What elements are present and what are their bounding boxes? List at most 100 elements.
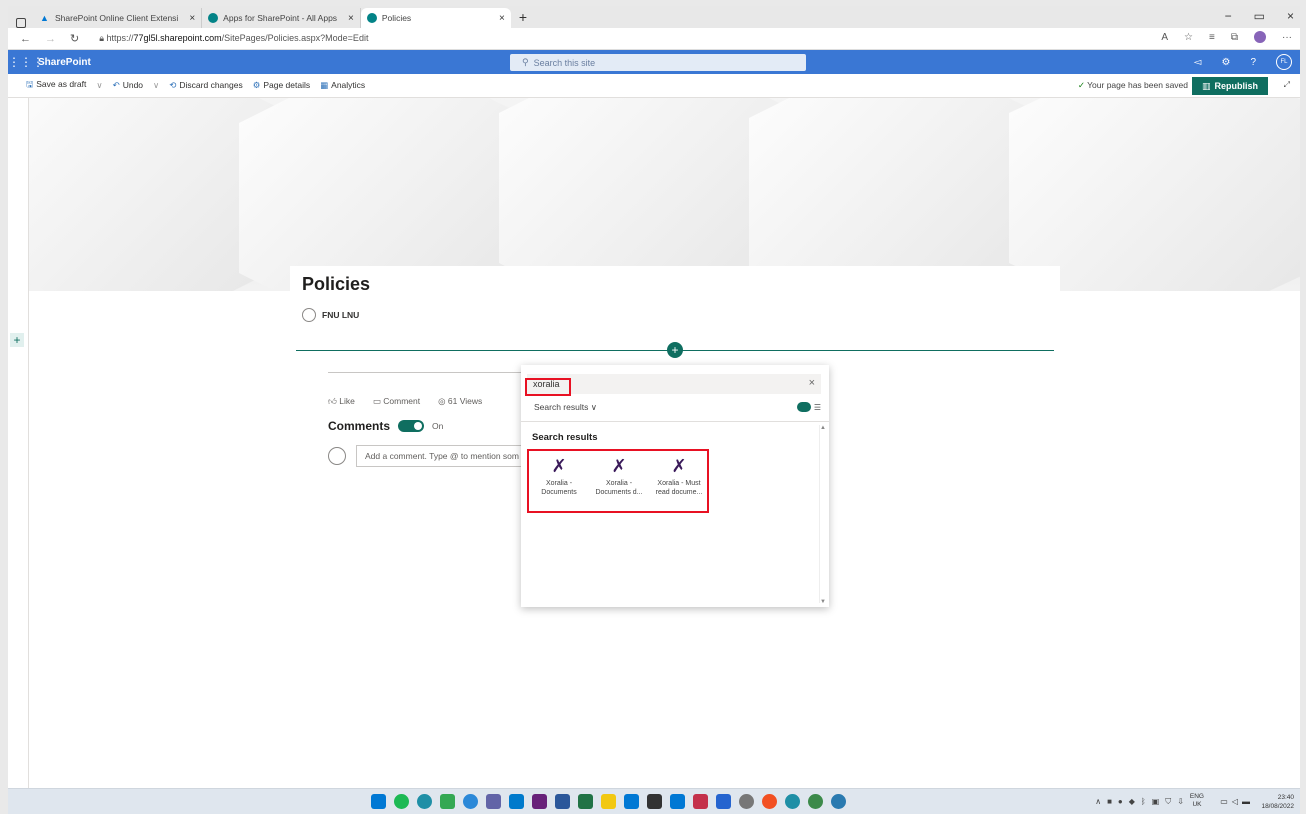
edge-beta-icon[interactable] <box>808 794 823 809</box>
profile-icon[interactable] <box>1254 31 1266 43</box>
tray-app-icon[interactable]: ▣ <box>1152 797 1160 807</box>
app-launcher-icon[interactable]: ⋮⋮⋮ <box>8 55 44 69</box>
gear-icon[interactable]: ⚙ <box>1221 57 1230 68</box>
bluetooth-icon[interactable]: ᛒ <box>1141 797 1146 807</box>
start-icon[interactable] <box>371 794 386 809</box>
excel-icon[interactable] <box>578 794 593 809</box>
favorites-list-icon[interactable]: ≡ <box>1209 32 1215 43</box>
undo-dropdown-icon[interactable]: ∨ <box>153 80 159 91</box>
analytics-button[interactable]: ▦ Analytics <box>320 80 365 91</box>
terminal-icon[interactable] <box>647 794 662 809</box>
favorite-icon[interactable]: ☆ <box>1184 32 1193 43</box>
scroll-down-icon[interactable]: ▼ <box>820 599 826 605</box>
edge-icon[interactable] <box>417 794 432 809</box>
add-comment-input[interactable]: Add a comment. Type @ to mention som <box>356 445 536 467</box>
app-icon[interactable] <box>762 794 777 809</box>
comments-toggle[interactable] <box>398 420 425 432</box>
collections-icon[interactable]: ⧉ <box>1231 32 1238 43</box>
result-item[interactable]: ✗ Xoralia - Documents <box>530 451 588 497</box>
app-name[interactable]: SharePoint <box>38 57 91 68</box>
system-icons[interactable]: ▭ ◁ ▬ <box>1220 797 1250 806</box>
browser-tab[interactable]: ▲ SharePoint Online Client Extensi × <box>34 8 203 28</box>
url-field[interactable]: 🔒︎ https://77gl5l.sharepoint.com/SitePag… <box>99 33 368 44</box>
sharepoint-icon <box>208 13 219 23</box>
browser-tab[interactable]: Apps for SharePoint - All Apps × <box>202 8 361 28</box>
views-label: 61 Views <box>447 396 483 406</box>
close-tab-icon[interactable]: × <box>348 13 354 24</box>
forward-icon[interactable]: → <box>45 33 56 45</box>
discard-label: Discard changes <box>179 80 243 90</box>
teams-icon[interactable] <box>486 794 501 809</box>
undo-button[interactable]: ↶ Undo <box>113 80 143 91</box>
close-tab-icon[interactable]: × <box>499 13 505 24</box>
grid-view-icon[interactable] <box>796 402 811 412</box>
usb-icon[interactable]: ⇩ <box>1177 797 1184 807</box>
close-tab-icon[interactable]: × <box>189 13 195 24</box>
word-icon[interactable] <box>555 794 570 809</box>
visual-studio-icon[interactable] <box>532 794 547 809</box>
refresh-icon[interactable]: ↻ <box>70 32 79 45</box>
azure-icon: ▲ <box>40 13 49 23</box>
back-icon[interactable]: ← <box>20 33 31 45</box>
list-view-icon[interactable]: ☰ <box>814 403 821 412</box>
outlook-icon[interactable] <box>624 794 639 809</box>
picker-scrollbar[interactable] <box>819 425 827 603</box>
spotify-icon[interactable] <box>394 794 409 809</box>
user-avatar[interactable]: FL <box>1276 54 1292 70</box>
add-webpart-button[interactable]: + <box>667 342 683 358</box>
language-indicator[interactable]: ENG UK <box>1190 793 1204 809</box>
clock[interactable]: 23:40 18/08/2022 <box>1261 793 1294 811</box>
like-button[interactable]: 👍︎ Like <box>328 396 355 407</box>
result-item[interactable]: ✗ Xoralia - Must read docume... <box>650 451 708 497</box>
clear-search-icon[interactable]: × <box>809 377 815 389</box>
save-dropdown-icon[interactable]: ∨ <box>96 80 102 91</box>
scroll-up-icon[interactable]: ▲ <box>820 425 826 431</box>
results-filter-dropdown[interactable]: Search results ∨ <box>534 402 597 413</box>
hex-shape <box>749 98 1049 291</box>
expand-icon[interactable]: ⤢ <box>1284 80 1290 90</box>
tray-app-icon[interactable]: ■ <box>1107 797 1112 807</box>
republish-button[interactable]: ▥ Republish <box>1192 77 1268 95</box>
vscode-icon[interactable] <box>509 794 524 809</box>
phone-icon[interactable] <box>670 794 685 809</box>
edge-canary-icon[interactable] <box>831 794 846 809</box>
result-item[interactable]: ✗ Xoralia - Documents d... <box>590 451 648 497</box>
discard-button[interactable]: ⟲ Discard changes <box>169 80 242 91</box>
read-aloud-icon[interactable]: A <box>1161 32 1168 43</box>
megaphone-icon[interactable]: ◅ <box>1194 57 1202 68</box>
author-name[interactable]: FNU LNU <box>322 310 359 320</box>
todo-icon[interactable] <box>716 794 731 809</box>
site-search-box[interactable]: ⚲ Search this site <box>510 54 806 71</box>
snip-icon[interactable] <box>693 794 708 809</box>
more-icon[interactable]: ··· <box>1282 32 1292 43</box>
edge-dev-icon[interactable] <box>785 794 800 809</box>
xoralia-icon: ✗ <box>551 456 567 476</box>
chevron-up-icon[interactable]: ∧ <box>1095 797 1101 807</box>
eye-icon: ◎ <box>438 396 446 406</box>
add-section-icon[interactable]: + <box>10 333 24 347</box>
tray-app-icon[interactable]: ● <box>1118 797 1123 807</box>
settings-icon[interactable] <box>739 794 754 809</box>
help-icon[interactable]: ? <box>1250 57 1256 68</box>
page-details-button[interactable]: ⚙ Page details <box>253 80 310 91</box>
browser-icon[interactable] <box>463 794 478 809</box>
chrome-icon[interactable] <box>440 794 455 809</box>
minimize-icon[interactable]: − <box>1225 9 1232 23</box>
maximize-icon[interactable]: ▭ <box>1254 9 1265 23</box>
close-window-icon[interactable]: × <box>1287 9 1294 23</box>
tray-app-icon[interactable]: ◆ <box>1129 797 1135 807</box>
save-draft-button[interactable]: 🖫︎ Save as draft <box>26 79 86 93</box>
save-icon: 🖫︎ <box>26 78 34 89</box>
title-area <box>290 266 1060 346</box>
webpart-picker: xoralia × Search results ∨ ☰ ▲ ▼ Search … <box>521 365 829 607</box>
picker-search-input[interactable]: xoralia × <box>527 374 821 394</box>
browser-tab-active[interactable]: Policies × <box>360 8 511 28</box>
shield-icon[interactable]: ⛉ <box>1165 797 1171 807</box>
new-tab-icon[interactable]: + <box>511 8 535 28</box>
comment-button[interactable]: ▭ Comment <box>373 396 420 407</box>
republish-icon: ▥ <box>1201 80 1211 91</box>
tab-actions-icon[interactable] <box>16 18 26 28</box>
page-title[interactable]: Policies <box>302 274 370 295</box>
folder-icon[interactable] <box>601 794 616 809</box>
analytics-label: Analytics <box>331 80 366 90</box>
